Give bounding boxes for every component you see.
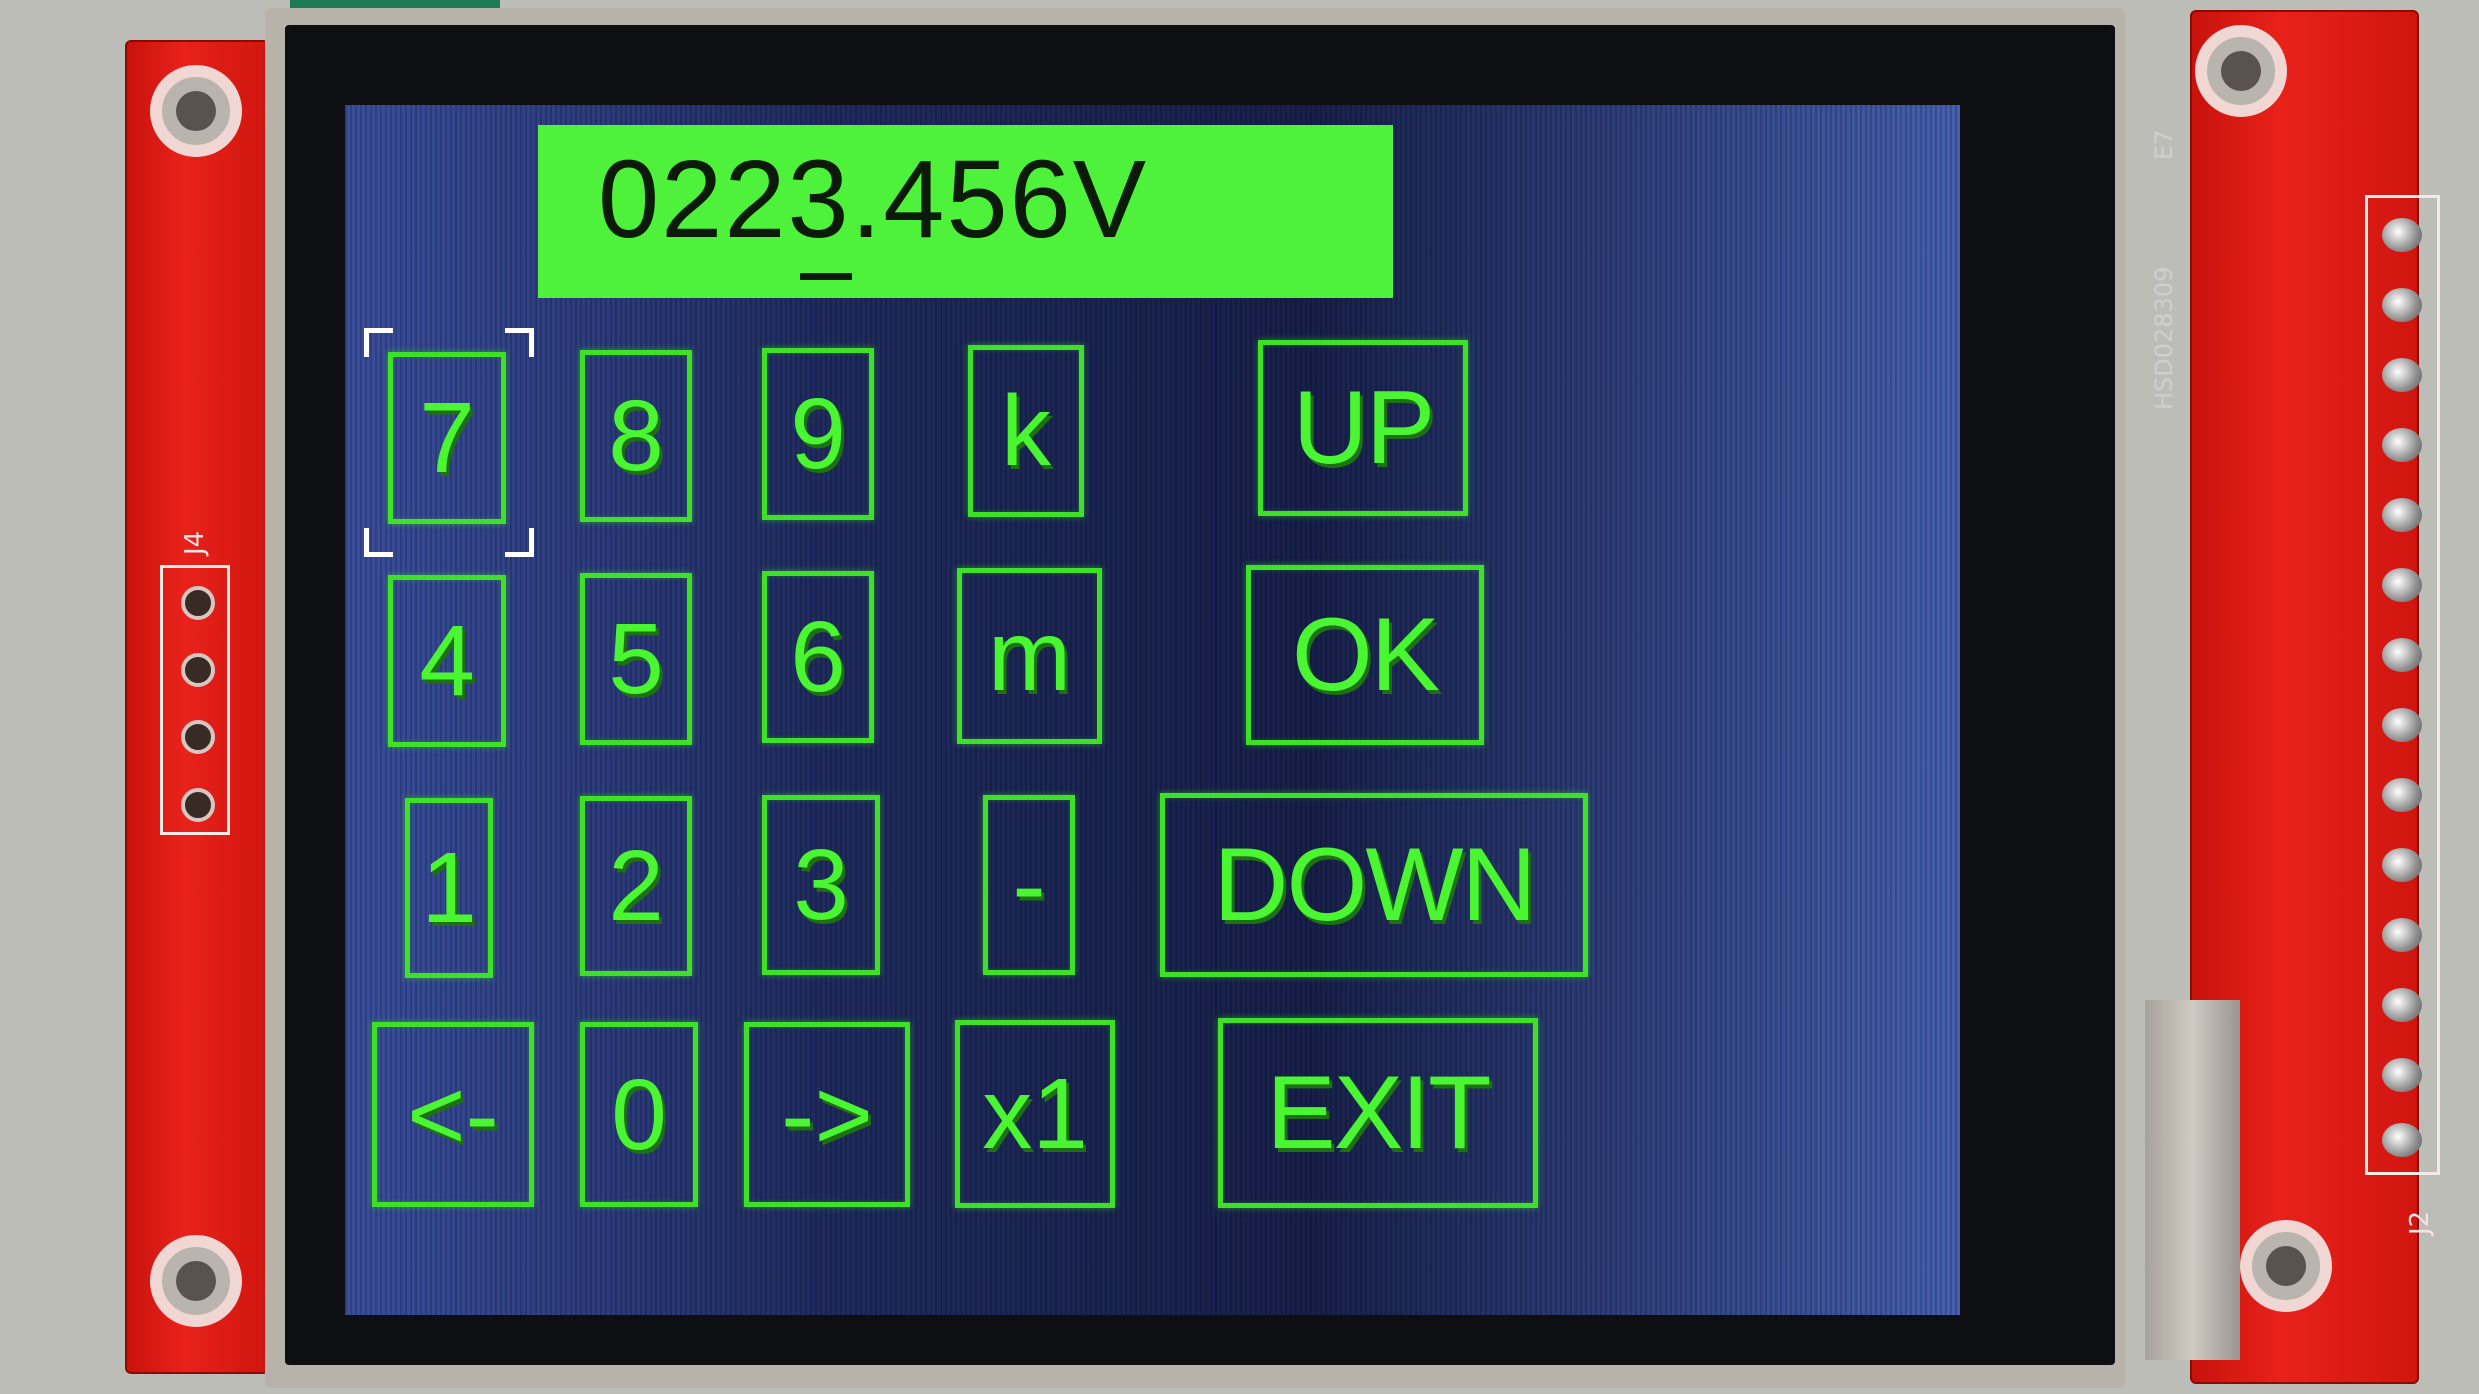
key-3[interactable]: 3 — [762, 795, 880, 975]
key-2[interactable]: 2 — [580, 796, 692, 976]
mount-hole — [150, 1235, 242, 1327]
key-7[interactable]: 7 — [388, 352, 506, 524]
key-up[interactable]: UP — [1258, 340, 1468, 516]
j4-header — [160, 565, 230, 835]
silkscreen-label: HSD028309 — [2150, 266, 2178, 410]
header-pin — [2382, 708, 2422, 742]
key-x1[interactable]: x1 — [955, 1020, 1115, 1208]
key-label: 9 — [790, 378, 846, 490]
key-label: 5 — [608, 603, 664, 715]
value-display: 0223.456V — [538, 125, 1393, 298]
key-0[interactable]: 0 — [580, 1022, 698, 1207]
header-pin — [2382, 288, 2422, 322]
header-pin — [2382, 988, 2422, 1022]
header-pin — [181, 653, 215, 687]
key-label: 7 — [419, 382, 475, 494]
key-label: EXIT — [1266, 1055, 1491, 1171]
header-pin — [2382, 1123, 2422, 1157]
key-label: <- — [407, 1058, 499, 1171]
header-pin — [2382, 428, 2422, 462]
key-right-arrow[interactable]: -> — [744, 1022, 910, 1207]
j2-header — [2365, 195, 2440, 1175]
silkscreen-code: E7 — [2150, 129, 2178, 160]
flex-cable — [2145, 1000, 2240, 1360]
key-label: k — [1001, 375, 1051, 487]
key-9[interactable]: 9 — [762, 348, 874, 520]
key-label: 1 — [421, 832, 477, 944]
key-label: 8 — [608, 380, 664, 492]
key-label: UP — [1292, 370, 1435, 486]
key-label: 4 — [419, 605, 475, 717]
selection-corner — [505, 328, 534, 357]
mount-hole — [150, 65, 242, 157]
header-pin — [2382, 1058, 2422, 1092]
key-k[interactable]: k — [968, 345, 1084, 517]
key-4[interactable]: 4 — [388, 575, 506, 747]
header-pin — [2382, 918, 2422, 952]
key-label: m — [987, 600, 1072, 712]
key-label: 2 — [608, 830, 664, 942]
header-pin — [2382, 848, 2422, 882]
key-label: 0 — [611, 1058, 667, 1171]
header-pin — [181, 586, 215, 620]
key-5[interactable]: 5 — [580, 573, 692, 745]
key-label: x1 — [982, 1058, 1088, 1170]
key-label: OK — [1291, 597, 1440, 713]
header-pin — [181, 788, 215, 822]
key-1[interactable]: 1 — [405, 798, 493, 978]
key-down[interactable]: DOWN — [1160, 793, 1588, 977]
key-m[interactable]: m — [957, 568, 1102, 744]
edit-cursor — [800, 273, 852, 280]
key-6[interactable]: 6 — [762, 571, 874, 743]
key-left-arrow[interactable]: <- — [372, 1022, 534, 1207]
selection-corner — [505, 528, 534, 557]
key-label: 6 — [790, 601, 846, 713]
key-label: 3 — [793, 829, 849, 941]
header-pin — [2382, 358, 2422, 392]
mount-hole — [2195, 25, 2287, 117]
key-ok[interactable]: OK — [1246, 565, 1484, 745]
j2-label: J2 — [2405, 1210, 2435, 1235]
value-readout: 0223.456V — [598, 138, 1149, 261]
mount-hole — [2240, 1220, 2332, 1312]
selection-corner — [364, 528, 393, 557]
header-pin — [181, 720, 215, 754]
header-pin — [2382, 568, 2422, 602]
key-8[interactable]: 8 — [580, 350, 692, 522]
key-exit[interactable]: EXIT — [1218, 1018, 1538, 1208]
key-label: DOWN — [1213, 827, 1536, 943]
j4-label: J4 — [180, 530, 210, 555]
header-pin — [2382, 778, 2422, 812]
key-label: - — [1012, 829, 1046, 941]
device-photo: J4 J2 HSD028309 E7 0223.456V 7 8 9 k UP — [0, 0, 2479, 1394]
header-pin — [2382, 638, 2422, 672]
header-pin — [2382, 218, 2422, 252]
key-label: -> — [781, 1058, 873, 1171]
header-pin — [2382, 498, 2422, 532]
key-minus[interactable]: - — [983, 795, 1075, 975]
